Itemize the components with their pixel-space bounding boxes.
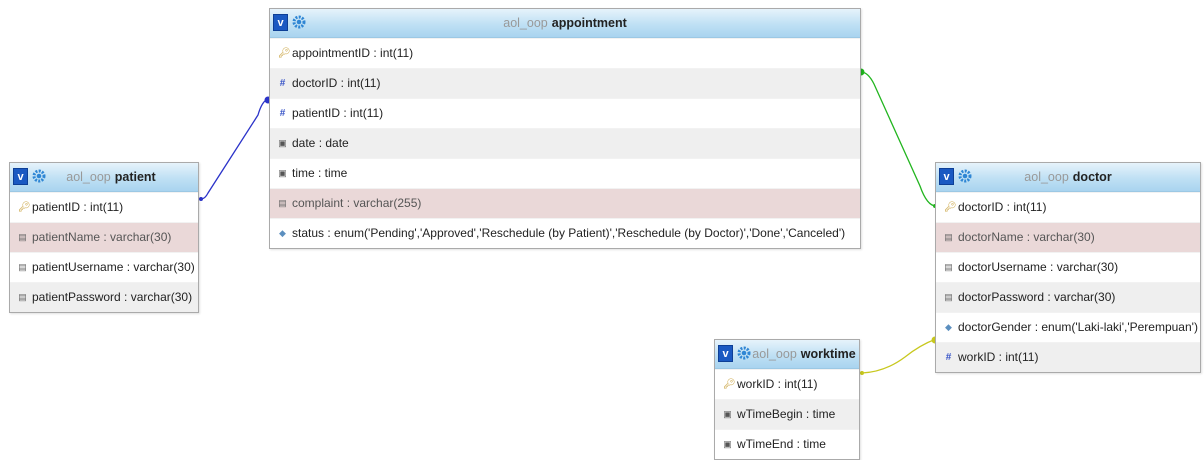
- primary-key-icon: 🔑︎: [18, 202, 31, 213]
- text-field-icon: ▤: [944, 262, 953, 272]
- table-row[interactable]: ▣ wTimeBegin : time: [715, 399, 859, 429]
- relation-end-patient: [199, 197, 203, 201]
- enum-icon: ◆: [279, 228, 286, 238]
- gear-icon[interactable]: [958, 169, 972, 183]
- table-header[interactable]: v aol_oop doctor: [936, 163, 1200, 192]
- table-row[interactable]: 🔑︎ patientID : int(11): [10, 192, 198, 222]
- field-label: wTimeBegin : time: [737, 407, 836, 421]
- field-label: appointmentID : int(11): [292, 46, 414, 60]
- table-row[interactable]: 🔑︎ appointmentID : int(11): [270, 38, 860, 68]
- field-label: complaint : varchar(255): [292, 196, 422, 210]
- text-field-icon: ▤: [278, 198, 287, 208]
- table-row[interactable]: ▣ time : time: [270, 158, 860, 188]
- gear-icon[interactable]: [292, 15, 306, 29]
- table-row[interactable]: # workID : int(11): [936, 342, 1200, 372]
- field-label: patientUsername : varchar(30): [32, 260, 195, 274]
- database-name: aol_oop: [1024, 170, 1069, 184]
- gear-icon[interactable]: [737, 346, 751, 360]
- table-doctor[interactable]: v aol_oop doctor 🔑︎ doctorID : int(11) ▤ d…: [935, 162, 1201, 373]
- enum-icon: ◆: [945, 322, 952, 332]
- table-row[interactable]: ▤ complaint : varchar(255): [270, 188, 860, 218]
- toggle-fields-button[interactable]: v: [718, 345, 733, 362]
- table-appointment[interactable]: v aol_oop appointment 🔑︎ appointmentID : …: [269, 8, 861, 249]
- primary-key-icon: 🔑︎: [944, 202, 957, 213]
- table-name: worktime: [800, 347, 856, 361]
- field-label: patientName : varchar(30): [32, 230, 172, 244]
- primary-key-icon: 🔑︎: [278, 48, 291, 59]
- gear-icon[interactable]: [32, 169, 46, 183]
- table-row[interactable]: ▤ doctorPassword : varchar(30): [936, 282, 1200, 312]
- field-label: doctorGender : enum('Laki-laki','Perempu…: [958, 320, 1198, 334]
- text-field-icon: ▤: [944, 292, 953, 302]
- toggle-fields-button[interactable]: v: [273, 14, 288, 31]
- table-row[interactable]: ▤ patientName : varchar(30): [10, 222, 198, 252]
- table-row[interactable]: ▤ patientPassword : varchar(30): [10, 282, 198, 312]
- table-row[interactable]: ▤ doctorName : varchar(30): [936, 222, 1200, 252]
- field-label: patientID : int(11): [292, 106, 384, 120]
- table-name: patient: [114, 170, 156, 184]
- table-header[interactable]: v aol_oop patient: [10, 163, 198, 192]
- table-row[interactable]: # doctorID : int(11): [270, 68, 860, 98]
- table-row[interactable]: ▣ date : date: [270, 128, 860, 158]
- index-icon: #: [945, 352, 952, 363]
- field-label: doctorID : int(11): [292, 76, 381, 90]
- field-label: status : enum('Pending','Approved','Resc…: [292, 226, 846, 240]
- toggle-fields-button[interactable]: v: [939, 168, 954, 185]
- table-row[interactable]: # patientID : int(11): [270, 98, 860, 128]
- field-label: patientPassword : varchar(30): [32, 290, 193, 304]
- field-label: date : date: [292, 136, 349, 150]
- table-row[interactable]: ▤ doctorUsername : varchar(30): [936, 252, 1200, 282]
- toggle-fields-button[interactable]: v: [13, 168, 28, 185]
- primary-key-icon: 🔑︎: [723, 379, 736, 390]
- field-label: doctorUsername : varchar(30): [958, 260, 1119, 274]
- table-header[interactable]: v aol_oop appointment: [270, 9, 860, 38]
- table-row[interactable]: ◆ doctorGender : enum('Laki-laki','Peremp…: [936, 312, 1200, 342]
- field-label: patientID : int(11): [32, 200, 124, 214]
- field-label: doctorPassword : varchar(30): [958, 290, 1116, 304]
- text-field-icon: ▤: [18, 232, 27, 242]
- text-field-icon: ▤: [944, 232, 953, 242]
- field-label: doctorID : int(11): [958, 200, 1047, 214]
- field-label: time : time: [292, 166, 348, 180]
- field-label: workID : int(11): [958, 350, 1039, 364]
- index-icon: #: [279, 108, 286, 119]
- database-name: aol_oop: [66, 170, 111, 184]
- relation-line-appointment-doctor: [860, 71, 937, 207]
- table-row[interactable]: 🔑︎ workID : int(11): [715, 369, 859, 399]
- database-name: aol_oop: [752, 347, 797, 361]
- relation-end-worktime: [860, 371, 864, 375]
- date-icon: ▣: [723, 409, 732, 419]
- table-patient[interactable]: v aol_oop patient 🔑︎ patientID : int(11) …: [9, 162, 199, 313]
- database-name: aol_oop: [503, 16, 548, 30]
- date-icon: ▣: [278, 168, 287, 178]
- relation-line-appointment-patient: [200, 98, 269, 200]
- date-icon: ▣: [278, 138, 287, 148]
- relation-line-doctor-worktime: [861, 338, 937, 374]
- field-label: workID : int(11): [737, 377, 818, 391]
- table-header[interactable]: v aol_oop worktime: [715, 340, 859, 369]
- index-icon: #: [279, 78, 286, 89]
- field-label: doctorName : varchar(30): [958, 230, 1095, 244]
- table-name: appointment: [551, 16, 627, 30]
- table-worktime[interactable]: v aol_oop worktime 🔑︎ workID : int(11) ▣ w…: [714, 339, 860, 460]
- table-row[interactable]: ▤ patientUsername : varchar(30): [10, 252, 198, 282]
- table-name: doctor: [1072, 170, 1112, 184]
- text-field-icon: ▤: [18, 292, 27, 302]
- table-row[interactable]: ◆ status : enum('Pending','Approved','Res…: [270, 218, 860, 248]
- text-field-icon: ▤: [18, 262, 27, 272]
- table-row[interactable]: 🔑︎ doctorID : int(11): [936, 192, 1200, 222]
